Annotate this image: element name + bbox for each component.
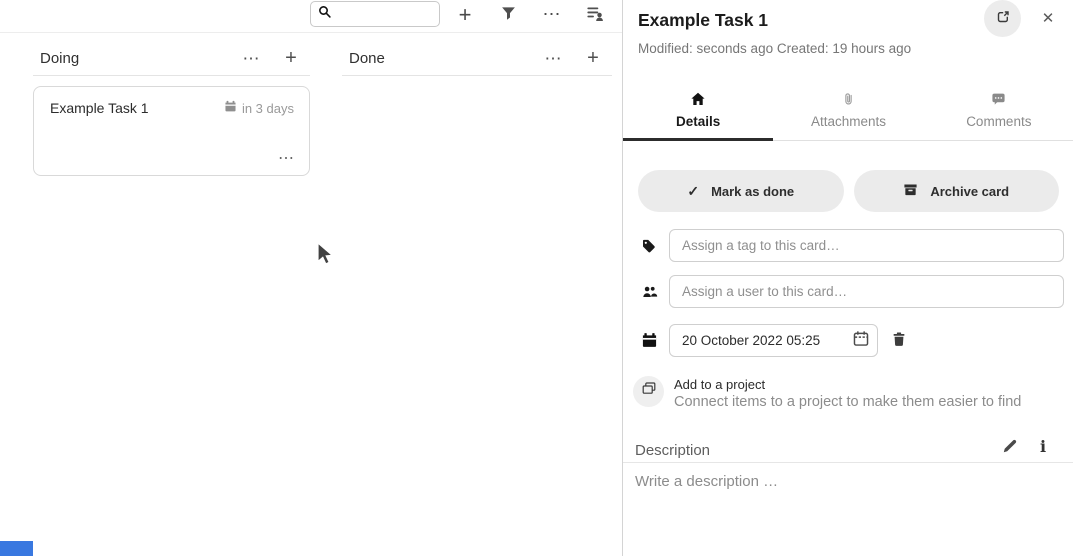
add-to-project-row[interactable]: Add to a project Connect items to a proj…	[633, 376, 1063, 410]
card-header-row: Example Task 1 in 3 days	[50, 100, 294, 116]
date-picker-button[interactable]	[852, 330, 870, 351]
column-title: Doing	[40, 50, 79, 67]
ellipsis-icon: ⋯	[243, 49, 260, 69]
paperclip-icon	[841, 90, 856, 107]
blue-indicator	[0, 541, 33, 556]
tag-icon	[641, 238, 657, 254]
filter-icon	[501, 6, 516, 24]
mark-as-done-button[interactable]: ✓ Mark as done	[638, 170, 844, 212]
mouse-cursor	[317, 242, 335, 273]
tab-label: Comments	[966, 114, 1031, 129]
column-menu-button[interactable]: ⋯	[238, 46, 264, 72]
card-title: Example Task 1	[50, 100, 149, 116]
plus-icon: +	[459, 2, 472, 28]
ellipsis-icon: ⋯	[278, 150, 294, 167]
mark-as-done-label: Mark as done	[711, 184, 794, 199]
column-menu-button[interactable]: ⋯	[540, 46, 566, 72]
task-card[interactable]: Example Task 1 in 3 days ⋯	[33, 86, 310, 176]
add-to-project-title: Add to a project	[674, 376, 1021, 392]
assign-tag-input[interactable]	[669, 229, 1064, 262]
stacked-windows-icon	[641, 381, 657, 402]
column-doing: Doing ⋯ + Example Task 1 in 3 days ⋯	[33, 42, 310, 176]
column-add-button[interactable]: +	[580, 46, 606, 72]
comment-icon	[991, 90, 1006, 107]
card-actions: ✓ Mark as done Archive card	[638, 170, 1059, 212]
panel-tabs: Details Attachments Comments	[623, 80, 1073, 141]
due-date-row: 20 October 2022 05:25	[623, 324, 1073, 357]
tab-label: Attachments	[811, 114, 886, 129]
description-placeholder[interactable]: Write a description …	[635, 473, 778, 490]
close-icon: ✕	[1042, 10, 1055, 27]
column-doing-header: Doing ⋯ +	[33, 42, 310, 76]
panel-meta: Modified: seconds ago Created: 19 hours …	[638, 41, 911, 56]
board-area: + ⋯ Doing ⋯ + Example Task 1	[0, 0, 622, 556]
external-link-icon	[995, 9, 1011, 28]
project-icon-circle	[633, 376, 664, 407]
calendar-icon	[224, 100, 237, 116]
assign-user-input[interactable]	[669, 275, 1064, 308]
edit-description-button[interactable]	[1002, 438, 1018, 457]
remove-due-date-button[interactable]	[891, 331, 907, 351]
card-menu-button[interactable]: ⋯	[278, 153, 294, 165]
tab-comments[interactable]: Comments	[924, 80, 1073, 140]
description-label: Description	[635, 442, 710, 459]
ellipsis-icon: ⋯	[545, 49, 562, 69]
check-icon: ✓	[687, 183, 699, 200]
search-box[interactable]	[310, 1, 440, 27]
home-icon	[690, 90, 706, 107]
card-due-chip: in 3 days	[224, 100, 294, 116]
add-to-project-subtitle: Connect items to a project to make them …	[674, 394, 1021, 410]
search-input[interactable]	[337, 7, 439, 22]
calendar-outline-icon	[852, 330, 870, 351]
column-add-button[interactable]: +	[278, 46, 304, 72]
list-person-icon	[587, 5, 604, 25]
due-date-field[interactable]: 20 October 2022 05:25	[669, 324, 878, 357]
column-title: Done	[349, 50, 385, 67]
open-in-window-button[interactable]	[984, 0, 1021, 37]
close-panel-button[interactable]: ✕	[1037, 7, 1059, 29]
archive-card-button[interactable]: Archive card	[854, 170, 1060, 212]
column-done-header: Done ⋯ +	[342, 42, 612, 76]
plus-icon: +	[587, 47, 599, 70]
add-card-button[interactable]: +	[450, 1, 480, 28]
description-divider	[623, 462, 1073, 463]
pencil-icon	[1002, 438, 1018, 457]
description-info-button[interactable]: i	[1040, 437, 1046, 456]
archive-icon	[903, 182, 918, 200]
ellipsis-icon: ⋯	[543, 4, 562, 25]
user-row	[623, 275, 1073, 308]
kanban-app: + ⋯ Doing ⋯ + Example Task 1	[0, 0, 1073, 556]
search-icon	[318, 5, 332, 24]
toolbar-divider	[0, 32, 622, 33]
tab-details[interactable]: Details	[623, 80, 773, 140]
panel-title: Example Task 1	[638, 10, 768, 31]
assignee-view-button[interactable]	[580, 1, 610, 28]
tab-attachments[interactable]: Attachments	[773, 80, 923, 140]
card-detail-panel: Example Task 1 Modified: seconds ago Cre…	[622, 0, 1073, 556]
users-icon	[641, 284, 658, 300]
plus-icon: +	[285, 47, 297, 70]
project-texts: Add to a project Connect items to a proj…	[674, 376, 1021, 410]
tag-row	[623, 229, 1073, 262]
board-menu-button[interactable]: ⋯	[537, 1, 567, 28]
archive-card-label: Archive card	[930, 184, 1009, 199]
info-icon: i	[1040, 437, 1046, 456]
tab-label: Details	[676, 114, 720, 129]
calendar-icon	[641, 332, 658, 349]
column-done: Done ⋯ +	[342, 42, 612, 76]
trash-icon	[891, 331, 907, 351]
filter-button[interactable]	[493, 1, 523, 28]
card-due-text: in 3 days	[242, 101, 294, 116]
due-date-value: 20 October 2022 05:25	[682, 333, 820, 348]
